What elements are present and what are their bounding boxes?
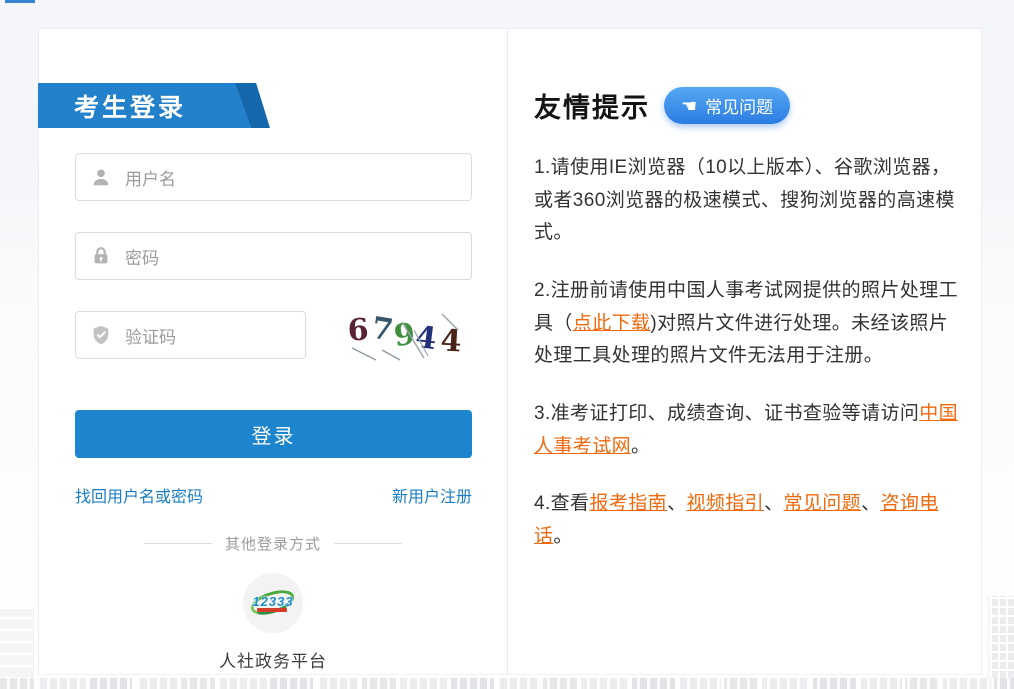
captcha-image[interactable]: 6 7 9 4 4 [342,308,468,362]
password-field[interactable]: 密码 [75,232,472,280]
captcha-digit: 4 [414,323,438,355]
tips-body: 1.请使用IE浏览器（10以上版本）、谷歌浏览器，或者360浏览器的极速模式、搜… [534,152,962,554]
cityscape-bottom-strip [0,678,1014,689]
password-placeholder: 密码 [125,244,159,269]
tip4-sep3: 、 [861,493,880,514]
tip3-pre: 3.准考证打印、成绩查询、证书查验等请访问 [534,403,919,424]
logo-red-tagline [257,608,287,612]
captcha-digit: 6 [347,315,369,346]
login-pane: 考生登录 用户名 密码 [39,29,508,674]
sso-platform-label: 人社政务平台 [219,647,327,672]
logo-number-text: 12333 [243,594,303,609]
tip4-sep2: 、 [764,493,783,514]
divider-line-left [144,543,212,544]
tip-paragraph-3: 3.准考证打印、成绩查询、证书查验等请访问中国人事考试网。 [534,398,962,463]
forgot-credentials-link[interactable]: 找回用户名或密码 [75,483,203,507]
banner-main-shape: 考生登录 [38,83,270,128]
candidate-login-banner: 考生登录 [38,83,270,128]
tip-paragraph-2: 2.注册前请使用中国人事考试网提供的照片处理工具（点此下载)对照片文件进行处理。… [534,275,962,373]
logo-12333-icon[interactable]: 12333 [243,573,303,633]
top-accent-line [5,0,35,3]
tip1-text: 1.请使用IE浏览器（10以上版本）、谷歌浏览器，或者360浏览器的极速模式、搜… [534,157,955,243]
tip-paragraph-4: 4.查看报考指南、视频指引、常见问题、咨询电话。 [534,488,962,553]
tips-title: 友情提示 [534,86,650,125]
sso-12333-login[interactable]: 12333 人社政务平台 [75,573,471,672]
login-card: 考生登录 用户名 密码 [38,28,982,675]
page-background: 考生登录 用户名 密码 [0,0,1014,689]
tips-pane: 友情提示 ☚ 常见问题 1.请使用IE浏览器（10以上版本）、谷歌浏览器，或者3… [508,29,986,674]
captcha-digit: 4 [440,326,462,357]
account-links-row: 找回用户名或密码 新用户注册 [75,483,472,507]
download-photo-tool-link[interactable]: 点此下载 [573,313,651,334]
lock-icon [90,245,112,267]
cityscape-windows-pattern [0,678,1014,689]
tip-paragraph-1: 1.请使用IE浏览器（10以上版本）、谷歌浏览器，或者360浏览器的极速模式、搜… [534,152,962,250]
pointing-hand-icon: ☚ [681,97,697,115]
tip4-pre: 4.查看 [534,493,589,514]
faq-button-label: 常见问题 [705,93,773,118]
other-login-divider: 其他登录方式 [75,533,471,554]
tip4-post: 。 [553,526,572,547]
new-user-register-link[interactable]: 新用户注册 [392,483,472,507]
faq-button[interactable]: ☚ 常见问题 [664,87,790,124]
shield-check-icon [90,324,112,346]
captcha-field[interactable]: 验证码 [75,311,306,359]
exam-guide-link[interactable]: 报考指南 [589,493,667,514]
video-guide-link[interactable]: 视频指引 [686,493,764,514]
tips-header: 友情提示 ☚ 常见问题 [534,86,962,125]
cityscape-building-right [987,596,1014,689]
faq-link[interactable]: 常见问题 [783,493,861,514]
login-button[interactable]: 登录 [75,410,472,458]
tip4-sep1: 、 [667,493,686,514]
captcha-digit: 9 [393,320,417,352]
captcha-row: 验证码 6 7 9 4 4 [75,308,471,362]
banner-title: 考生登录 [38,88,186,124]
other-login-label: 其他登录方式 [225,533,321,554]
captcha-placeholder: 验证码 [125,323,176,348]
divider-line-right [334,543,402,544]
username-placeholder: 用户名 [125,165,176,190]
username-field[interactable]: 用户名 [75,153,472,201]
cityscape-building-left [0,607,36,679]
user-icon [90,166,112,188]
tip3-post: 。 [631,436,650,457]
